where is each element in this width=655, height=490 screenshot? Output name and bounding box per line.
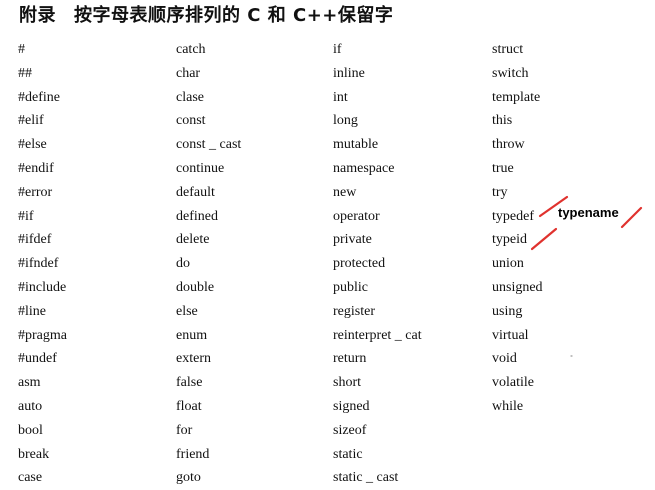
keyword-entry: asm bbox=[18, 375, 41, 391]
keyword-entry: try bbox=[492, 184, 508, 200]
keyword-entry: case bbox=[18, 470, 43, 486]
keyword-entry: template bbox=[492, 89, 541, 105]
keyword-entry: typedef bbox=[492, 208, 534, 224]
keyword-entry: do bbox=[176, 256, 190, 272]
keyword-entry: if bbox=[333, 42, 342, 57]
keyword-entry: static bbox=[333, 446, 363, 462]
keyword-entry: false bbox=[176, 375, 203, 391]
keyword-entry: long bbox=[333, 113, 358, 129]
keyword-entry: namespace bbox=[333, 160, 395, 176]
keyword-entry: #elif bbox=[18, 113, 44, 129]
keyword-entry: enum bbox=[176, 327, 208, 343]
keyword-column-2: catch char clase const const _ cast continue d… bbox=[176, 38, 241, 490]
keyword-entry: virtual bbox=[492, 327, 529, 343]
keyword-entry: ## bbox=[18, 65, 32, 81]
keyword-entry: continue bbox=[176, 160, 225, 176]
keyword-entry: mutable bbox=[333, 137, 379, 153]
keyword-entry: signed bbox=[333, 398, 370, 414]
appendix-title: 附录 按字母表顺序排列的 C 和 C++保留字 bbox=[19, 1, 393, 27]
keyword-entry: reinterpret _ cat bbox=[333, 327, 422, 343]
keyword-entry: clase bbox=[176, 89, 204, 105]
keyword-entry: extern bbox=[176, 351, 211, 367]
keyword-entry: public bbox=[333, 279, 368, 295]
keyword-entry: # bbox=[18, 42, 25, 57]
keyword-entry: struct bbox=[492, 42, 524, 57]
keyword-entry: inline bbox=[333, 65, 365, 81]
keyword-entry: typeid bbox=[492, 232, 527, 248]
keyword-entry: throw bbox=[492, 137, 525, 153]
keyword-entry: #else bbox=[18, 137, 47, 153]
keyword-entry: return bbox=[333, 351, 367, 367]
keyword-entry: new bbox=[333, 184, 357, 200]
keyword-entry: const _ cast bbox=[176, 137, 242, 153]
keyword-entry: const bbox=[176, 113, 206, 129]
keyword-entry: char bbox=[176, 65, 201, 81]
keyword-entry: bool bbox=[18, 422, 43, 438]
keyword-entry: goto bbox=[176, 470, 201, 486]
keyword-entry: #ifdef bbox=[18, 232, 52, 248]
handwritten-annotation: typename bbox=[558, 205, 619, 220]
keyword-entry: void bbox=[492, 351, 517, 367]
keyword-column-4: struct switch template this throw true try type… bbox=[492, 38, 543, 419]
keyword-entry: using bbox=[492, 303, 523, 319]
keyword-entry: for bbox=[176, 422, 193, 438]
keyword-entry: int bbox=[333, 89, 348, 105]
keyword-entry: #if bbox=[18, 208, 34, 224]
keyword-entry: operator bbox=[333, 208, 380, 224]
keyword-entry: true bbox=[492, 160, 514, 176]
keyword-entry: short bbox=[333, 375, 361, 391]
keyword-entry: sizeof bbox=[333, 422, 367, 438]
keyword-entry: defined bbox=[176, 208, 218, 224]
keyword-entry: switch bbox=[492, 65, 529, 81]
keyword-entry: unsigned bbox=[492, 279, 543, 295]
keyword-entry: register bbox=[333, 303, 375, 319]
keyword-entry: union bbox=[492, 256, 524, 272]
keyword-entry: break bbox=[18, 446, 50, 462]
keyword-entry: #line bbox=[18, 303, 46, 319]
annotation-stroke-3 bbox=[620, 206, 643, 229]
keyword-entry: auto bbox=[18, 398, 43, 414]
keyword-entry: #endif bbox=[18, 160, 54, 176]
keyword-entry: else bbox=[176, 303, 198, 319]
appendix-heading: 按字母表顺序排列的 C 和 C++保留字 bbox=[74, 5, 394, 26]
keyword-column-1: # ## #define #elif #else #endif #error #if #ifde… bbox=[18, 38, 67, 490]
keyword-entry: static _ cast bbox=[333, 470, 399, 486]
keyword-entry: catch bbox=[176, 42, 206, 57]
keyword-entry: private bbox=[333, 232, 372, 248]
appendix-label: 附录 bbox=[19, 5, 56, 26]
keyword-entry: delete bbox=[176, 232, 210, 248]
annotation-strokes bbox=[530, 195, 643, 357]
keyword-entry: #define bbox=[18, 89, 60, 105]
keyword-column-3: if inline int long mutable namespace new operat… bbox=[333, 38, 422, 490]
keyword-entry: while bbox=[492, 398, 524, 414]
keyword-entry: #undef bbox=[18, 351, 57, 367]
keyword-entry: this bbox=[492, 113, 513, 129]
keyword-entry: friend bbox=[176, 446, 210, 462]
keyword-entry: #error bbox=[18, 184, 53, 200]
keyword-entry: double bbox=[176, 279, 215, 295]
keyword-entry: float bbox=[176, 398, 202, 414]
keyword-entry: default bbox=[176, 184, 215, 200]
keyword-entry: #include bbox=[18, 279, 67, 295]
keyword-entry: volatile bbox=[492, 375, 534, 391]
keyword-entry: #pragma bbox=[18, 327, 67, 343]
keyword-entry: protected bbox=[333, 256, 386, 272]
keyword-entry: #ifndef bbox=[18, 256, 59, 272]
